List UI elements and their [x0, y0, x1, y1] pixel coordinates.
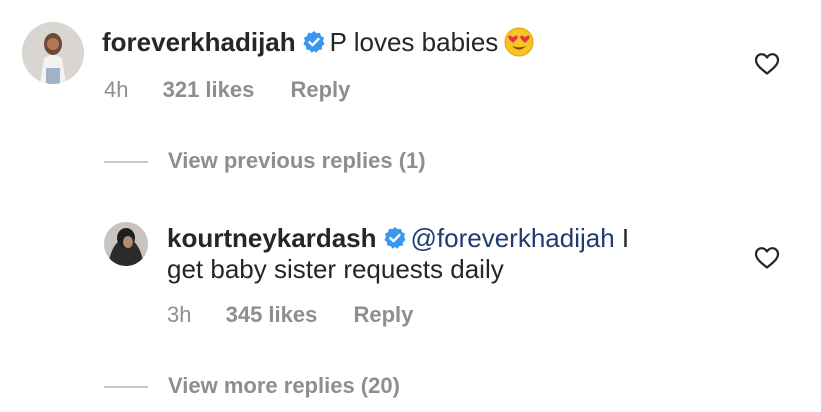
avatar-foreverkhadijah[interactable] — [22, 22, 84, 84]
verified-badge-icon — [302, 29, 326, 61]
thread-divider — [104, 161, 148, 163]
reply-body-part1: I — [614, 223, 630, 253]
avatar-kourtneykardash[interactable] — [104, 222, 148, 266]
comment-body: P loves babies — [329, 27, 499, 57]
comment-time: 4h — [104, 77, 129, 102]
comment-reply-button[interactable]: Reply — [290, 77, 350, 103]
view-previous-replies-link[interactable]: View previous replies (1) — [168, 148, 426, 174]
reply-meta: 3h 345 likes Reply — [167, 302, 413, 328]
reply-mention-link[interactable]: @foreverkhadijah — [411, 223, 615, 253]
comment-likes[interactable]: 321 likes — [163, 77, 255, 103]
comment-username[interactable]: foreverkhadijah — [102, 27, 296, 57]
heart-outline-icon[interactable] — [754, 52, 780, 81]
reply-body-part2: get baby sister requests daily — [167, 254, 504, 284]
heart-eyes-emoji — [504, 27, 534, 64]
thread-divider — [104, 386, 148, 388]
comment-meta: 4h 321 likes Reply — [104, 77, 350, 103]
reply-time: 3h — [167, 302, 192, 327]
view-more-replies-link[interactable]: View more replies (20) — [168, 373, 400, 399]
reply-likes[interactable]: 345 likes — [226, 302, 318, 328]
reply-text-line1: kourtneykardash @foreverkhadijah I — [167, 222, 629, 257]
reply-text-line2: get baby sister requests daily — [167, 253, 504, 285]
reply-reply-button[interactable]: Reply — [353, 302, 413, 328]
reply-username[interactable]: kourtneykardash — [167, 223, 377, 253]
comment-text-line: foreverkhadijah P loves babies — [102, 26, 534, 64]
heart-outline-icon[interactable] — [754, 246, 780, 275]
